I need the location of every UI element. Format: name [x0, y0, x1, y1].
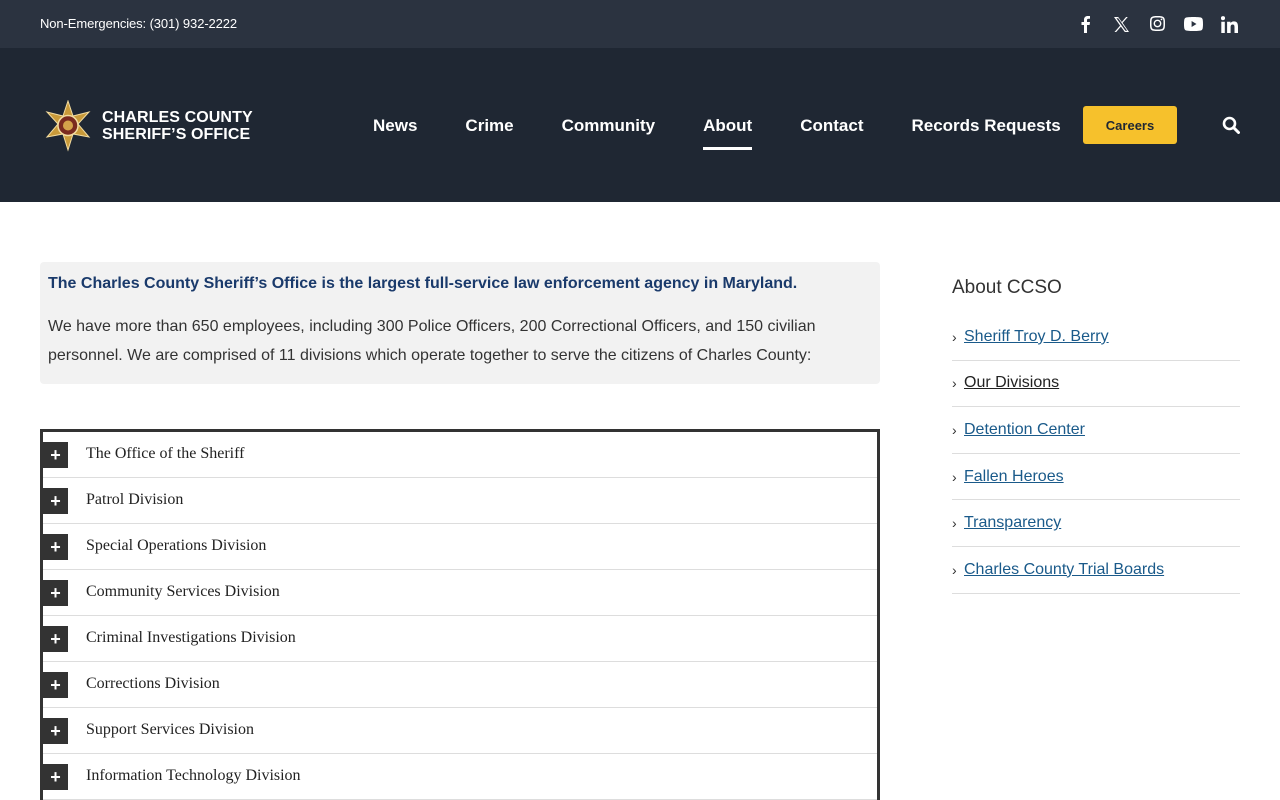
- chevron-right-icon: ›: [952, 515, 957, 532]
- chevron-right-icon: ›: [952, 468, 957, 485]
- plus-icon[interactable]: +: [43, 672, 68, 698]
- chevron-right-icon: ›: [952, 421, 957, 438]
- intro-body: We have more than 650 employees, includi…: [48, 318, 816, 364]
- plus-icon[interactable]: +: [43, 580, 68, 606]
- sidebar-item-trial-boards[interactable]: › Charles County Trial Boards: [952, 547, 1240, 594]
- accordion-title[interactable]: Corrections Division: [86, 675, 220, 693]
- nav-crime[interactable]: Crime: [465, 114, 513, 144]
- intro-box: The Charles County Sheriff’s Office is t…: [40, 262, 880, 384]
- chevron-right-icon: ›: [952, 328, 957, 345]
- accordion-title[interactable]: Special Operations Division: [86, 537, 266, 555]
- logo-text-line1: CHARLES COUNTY: [102, 109, 253, 126]
- youtube-icon[interactable]: [1182, 13, 1204, 35]
- accordion-title[interactable]: Patrol Division: [86, 491, 183, 509]
- facebook-icon[interactable]: [1074, 13, 1096, 35]
- accordion-item[interactable]: + Criminal Investigations Division: [43, 616, 877, 662]
- nav-records-requests[interactable]: Records Requests: [911, 114, 1060, 144]
- x-icon[interactable]: [1110, 13, 1132, 35]
- nav-contact[interactable]: Contact: [800, 114, 863, 144]
- chevron-right-icon: ›: [952, 561, 957, 578]
- nav-news[interactable]: News: [373, 114, 417, 144]
- divisions-accordion: + The Office of the Sheriff + Patrol Div…: [40, 429, 880, 800]
- site-logo[interactable]: CHARLES COUNTY SHERIFF’S OFFICE: [42, 100, 253, 152]
- sidebar-item-label[interactable]: Our Divisions: [964, 374, 1059, 392]
- sidebar-item-label[interactable]: Fallen Heroes: [964, 468, 1064, 486]
- sheriff-star-icon: [45, 100, 91, 152]
- non-emergency-phone: Non-Emergencies: (301) 932-2222: [40, 16, 238, 31]
- careers-button[interactable]: Careers: [1083, 106, 1177, 144]
- accordion-item[interactable]: + Special Operations Division: [43, 524, 877, 570]
- sidebar-item-label[interactable]: Transparency: [964, 514, 1061, 532]
- accordion-item[interactable]: + Community Services Division: [43, 570, 877, 616]
- top-bar: Non-Emergencies: (301) 932-2222: [0, 0, 1280, 48]
- intro-lead: The Charles County Sheriff’s Office is t…: [48, 275, 798, 292]
- plus-icon[interactable]: +: [43, 626, 68, 652]
- sidebar-item-label[interactable]: Detention Center: [964, 421, 1085, 439]
- accordion-item[interactable]: + Information Technology Division: [43, 754, 877, 800]
- sidebar-item-label[interactable]: Charles County Trial Boards: [964, 561, 1164, 579]
- logo-text-line2: SHERIFF’S OFFICE: [102, 126, 251, 143]
- accordion-title[interactable]: Criminal Investigations Division: [86, 629, 296, 647]
- nav-community[interactable]: Community: [562, 114, 656, 144]
- accordion-title[interactable]: Community Services Division: [86, 583, 280, 601]
- plus-icon[interactable]: +: [43, 534, 68, 560]
- plus-icon[interactable]: +: [43, 488, 68, 514]
- sidebar-item-sheriff[interactable]: › Sheriff Troy D. Berry: [952, 314, 1240, 361]
- sidebar-menu: › Sheriff Troy D. Berry › Our Divisions …: [952, 314, 1240, 594]
- social-links: [1060, 13, 1240, 35]
- site-header: CHARLES COUNTY SHERIFF’S OFFICE News Cri…: [0, 48, 1280, 202]
- accordion-item[interactable]: + Support Services Division: [43, 708, 877, 754]
- chevron-right-icon: ›: [952, 375, 957, 392]
- plus-icon[interactable]: +: [43, 442, 68, 468]
- accordion-title[interactable]: Support Services Division: [86, 721, 254, 739]
- instagram-icon[interactable]: [1146, 13, 1168, 35]
- plus-icon[interactable]: +: [43, 718, 68, 744]
- accordion-title[interactable]: Information Technology Division: [86, 767, 301, 785]
- accordion-item[interactable]: + Patrol Division: [43, 478, 877, 524]
- sidebar-title: About CCSO: [952, 277, 1062, 298]
- accordion-title[interactable]: The Office of the Sheriff: [86, 445, 244, 463]
- sidebar-item-transparency[interactable]: › Transparency: [952, 500, 1240, 547]
- sidebar-item-detention-center[interactable]: › Detention Center: [952, 407, 1240, 454]
- accordion-item[interactable]: + Corrections Division: [43, 662, 877, 708]
- plus-icon[interactable]: +: [43, 764, 68, 790]
- nav-about[interactable]: About: [703, 114, 753, 150]
- sidebar-item-our-divisions[interactable]: › Our Divisions: [952, 361, 1240, 408]
- search-icon[interactable]: [1222, 116, 1242, 136]
- main-nav: News Crime Community About Contact Recor…: [373, 114, 1109, 150]
- sidebar-item-label[interactable]: Sheriff Troy D. Berry: [964, 328, 1109, 346]
- sidebar-item-fallen-heroes[interactable]: › Fallen Heroes: [952, 454, 1240, 501]
- linkedin-icon[interactable]: [1218, 13, 1240, 35]
- accordion-item[interactable]: + The Office of the Sheriff: [43, 432, 877, 478]
